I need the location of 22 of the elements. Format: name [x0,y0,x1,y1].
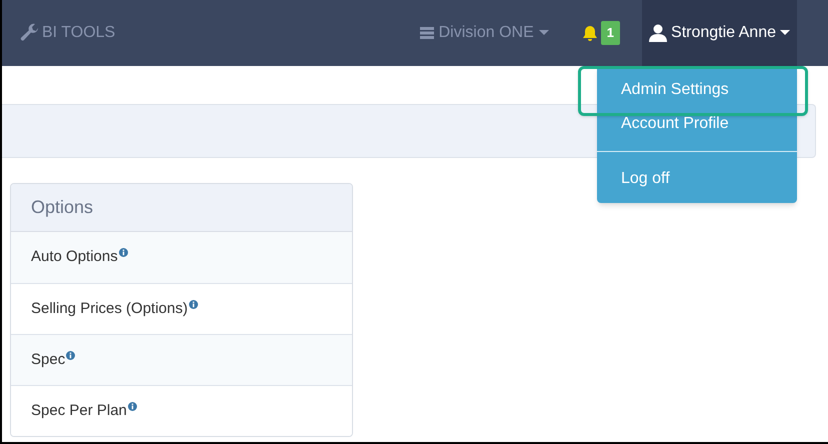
option-row[interactable]: Spec Per Plan [11,385,352,436]
caret-icon [780,30,790,36]
wrench-icon [20,23,40,43]
user-menu-button[interactable]: Strongtie Anne [642,0,797,66]
info-icon[interactable] [188,300,198,309]
user-icon [649,24,668,42]
option-row[interactable]: Auto Options [11,232,352,283]
menu-item[interactable]: Admin Settings [597,73,797,107]
caret-icon [538,30,549,36]
division-dropdown[interactable]: Division ONE [420,21,549,45]
brand-link[interactable]: BI TOOLS [42,21,116,45]
option-row[interactable]: Spec [11,334,352,385]
info-icon[interactable] [118,248,128,257]
notification-badge: 1 [600,21,620,45]
menu-item[interactable]: Account Profile [597,107,797,141]
panel-title: Options [31,196,94,219]
notifications-button[interactable]: 1 [582,21,620,45]
list-icon [420,26,434,40]
bell-icon [582,24,598,42]
info-icon[interactable] [66,351,76,360]
menu-item[interactable]: Log off [597,162,797,196]
info-icon[interactable] [128,402,137,411]
